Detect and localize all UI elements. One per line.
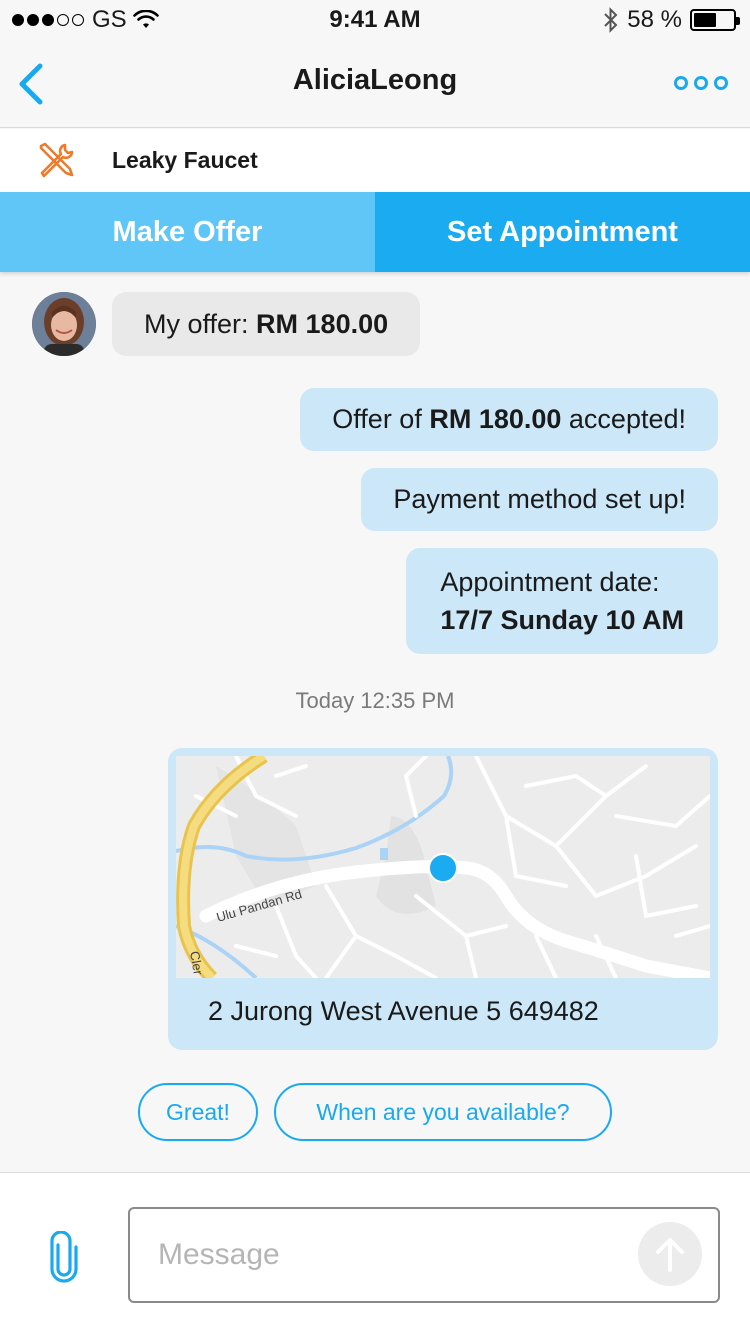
battery-percentage: 58 % [627,6,682,33]
battery-icon [690,9,740,31]
location-pin-icon [428,853,458,883]
appointment-bubble: Appointment date: 17/7 Sunday 10 AM [406,548,718,654]
tools-icon [39,142,74,178]
accepted-amount: RM 180.00 [429,404,562,434]
accepted-prefix: Offer of [332,404,430,434]
more-options-icon[interactable] [674,76,728,90]
appointment-label: Appointment date: [440,567,660,597]
offer-accepted-bubble: Offer of RM 180.00 accepted! [300,388,718,451]
send-button[interactable] [638,1222,702,1286]
quick-reply-availability[interactable]: When are you available? [274,1083,612,1141]
offer-label: My offer: [144,309,257,339]
location-address: 2 Jurong West Avenue 5 649482 [208,996,599,1026]
map-graphic: Ulu Pandan Rd Cler [176,756,710,978]
bluetooth-icon [604,7,618,33]
avatar-photo [32,292,96,356]
action-bar: Make Offer Set Appointment [0,192,750,272]
message-input[interactable] [128,1207,720,1303]
navigation-bar: AliciaLeong [0,40,750,128]
make-offer-button[interactable]: Make Offer [0,192,375,272]
accepted-suffix: accepted! [561,404,686,434]
job-title: Leaky Faucet [112,147,258,173]
location-card[interactable]: Ulu Pandan Rd Cler 2 Jurong West Avenue … [168,748,718,1050]
status-bar: GS 9:41 AM 58 % [0,0,750,40]
conversation-title: AliciaLeong [292,64,458,96]
set-appointment-button[interactable]: Set Appointment [375,192,750,272]
status-bar-right: 58 % [603,6,740,34]
incoming-offer-bubble: My offer: RM 180.00 [112,292,421,356]
message-timestamp: Today 12:35 PM [295,688,455,713]
map-preview[interactable]: Ulu Pandan Rd Cler [176,756,710,978]
job-header[interactable]: Leaky Faucet [0,129,750,192]
paperclip-icon[interactable] [44,1231,84,1283]
battery-level-fill [694,13,717,27]
payment-setup-bubble: Payment method set up! [361,468,718,531]
arrow-up-icon [656,1238,684,1272]
offer-amount: RM 180.00 [256,309,389,339]
avatar [32,292,96,356]
quick-reply-great[interactable]: Great! [138,1083,258,1141]
appointment-value: 17/7 Sunday 10 AM [440,605,684,635]
